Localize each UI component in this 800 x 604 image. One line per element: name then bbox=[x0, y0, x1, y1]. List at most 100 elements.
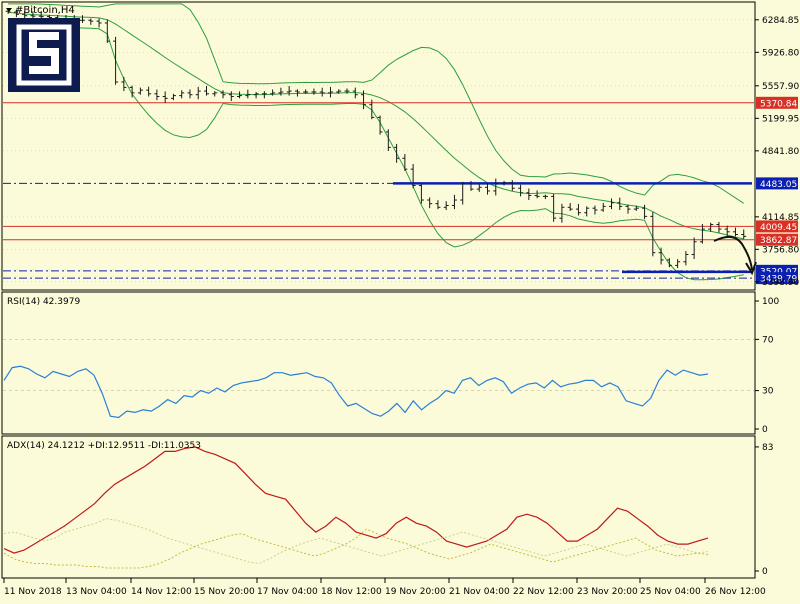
candle bbox=[203, 85, 209, 96]
candle bbox=[460, 181, 466, 205]
candle bbox=[121, 76, 127, 92]
candle bbox=[608, 198, 614, 210]
candle bbox=[534, 190, 540, 199]
level-price-label: 4483.05 bbox=[760, 180, 797, 190]
price-tick-label: 6284.85 bbox=[762, 16, 799, 26]
candle bbox=[80, 15, 86, 23]
candle bbox=[402, 153, 408, 171]
price-tick-label: 5926.80 bbox=[762, 48, 799, 58]
adx-indicator: 83 0 bbox=[3, 443, 773, 577]
candle bbox=[154, 89, 160, 101]
candle bbox=[567, 203, 573, 211]
candle bbox=[732, 227, 738, 237]
candle bbox=[253, 91, 259, 99]
candle bbox=[485, 183, 491, 195]
candle bbox=[96, 18, 102, 28]
candle bbox=[228, 91, 234, 102]
candle bbox=[691, 237, 697, 260]
candle bbox=[212, 91, 218, 97]
candle bbox=[575, 204, 581, 216]
candle bbox=[187, 89, 193, 99]
candle bbox=[237, 91, 243, 99]
candle bbox=[683, 251, 689, 266]
price-tick-label: 3398.90 bbox=[762, 278, 799, 288]
candle bbox=[741, 229, 747, 240]
candle bbox=[518, 184, 524, 197]
price-tick-label: 5557.90 bbox=[762, 82, 799, 92]
candle bbox=[451, 194, 457, 210]
rsi-line bbox=[3, 365, 709, 419]
candle bbox=[443, 201, 449, 211]
price-tick-label: 4841.80 bbox=[762, 147, 799, 157]
time-tick-label: 23 Nov 20:00 bbox=[577, 587, 638, 597]
candle bbox=[542, 194, 548, 200]
plus-di-line bbox=[3, 518, 709, 565]
adx-tick-label: 83 bbox=[762, 443, 773, 453]
candle bbox=[584, 206, 590, 217]
candle bbox=[427, 197, 433, 209]
candle bbox=[88, 18, 94, 25]
candle bbox=[146, 86, 152, 97]
rsi-title: RSI(14) 42.3979 bbox=[7, 297, 80, 307]
rsi-tick-label: 100 bbox=[762, 297, 779, 307]
time-axis: 11 Nov 2018 13 Nov 04:00 14 Nov 12:00 15 No… bbox=[3, 578, 766, 597]
candlesticks bbox=[5, 9, 747, 269]
time-tick-label: 25 Nov 04:00 bbox=[640, 587, 701, 597]
time-tick-label: 26 Nov 12:00 bbox=[705, 587, 766, 597]
adx-line bbox=[3, 446, 709, 554]
adx-tick-label: 0 bbox=[762, 567, 768, 577]
chart-canvas[interactable]: 5370.844483.054009.453862.873520.073439.… bbox=[0, 0, 800, 600]
time-tick-label: 17 Nov 04:00 bbox=[257, 587, 318, 597]
time-tick-label: 22 Nov 12:00 bbox=[513, 587, 574, 597]
rsi-panel-frame bbox=[1, 291, 756, 435]
price-tick-label: 4114.85 bbox=[762, 213, 799, 223]
candle bbox=[592, 205, 598, 215]
adx-title: ADX(14) 24.1212 +DI:12.9511 -DI:11.0353 bbox=[7, 441, 201, 451]
candle bbox=[699, 223, 705, 244]
rsi-tick-label: 70 bbox=[762, 335, 774, 345]
rsi-tick-label: 30 bbox=[762, 387, 774, 397]
candle bbox=[551, 193, 557, 222]
candle bbox=[394, 143, 400, 163]
time-tick-label: 18 Nov 12:00 bbox=[321, 587, 382, 597]
candle bbox=[666, 258, 672, 268]
price-tick-label: 5199.95 bbox=[762, 114, 799, 124]
candle bbox=[170, 93, 176, 101]
rsi-tick-label: 0 bbox=[762, 425, 768, 435]
candle bbox=[658, 247, 664, 265]
price-tick-label: 3756.80 bbox=[762, 245, 799, 255]
candle bbox=[435, 200, 441, 210]
trading-chart-window: 5370.844483.054009.453862.873520.073439.… bbox=[0, 0, 800, 600]
candle bbox=[179, 90, 185, 99]
candle bbox=[675, 259, 681, 269]
candle bbox=[501, 180, 507, 186]
candle bbox=[294, 89, 300, 97]
bollinger-bands bbox=[8, 3, 744, 281]
candle bbox=[113, 36, 119, 85]
candle bbox=[385, 129, 391, 151]
candle bbox=[327, 86, 333, 98]
candle bbox=[509, 180, 515, 191]
support-resistance-levels: 5370.844483.054009.453862.873520.073439.… bbox=[3, 96, 798, 285]
rsi-indicator: 100 70 30 0 bbox=[3, 297, 779, 435]
level-price-label: 5370.84 bbox=[760, 99, 797, 109]
candle bbox=[708, 222, 714, 232]
price-axis-ticks: 6284.85 5926.80 5557.90 5199.95 4841.80 4114.… bbox=[755, 16, 799, 288]
adx-panel-frame bbox=[1, 435, 756, 579]
candle bbox=[137, 87, 143, 95]
time-tick-label: 14 Nov 12:00 bbox=[131, 587, 192, 597]
broker-logo-icon bbox=[8, 18, 80, 92]
candle bbox=[476, 183, 482, 192]
candle bbox=[162, 91, 168, 103]
candle bbox=[319, 87, 325, 97]
candle bbox=[625, 204, 631, 214]
bb-upper-line bbox=[8, 3, 744, 204]
time-tick-label: 13 Nov 04:00 bbox=[66, 587, 127, 597]
time-tick-label: 19 Nov 20:00 bbox=[385, 587, 446, 597]
candle bbox=[286, 85, 292, 96]
candle bbox=[195, 86, 201, 100]
time-tick-label: 15 Nov 20:00 bbox=[194, 587, 255, 597]
candle bbox=[526, 188, 532, 201]
time-tick-label: 11 Nov 2018 bbox=[4, 587, 62, 597]
price-panel-frame bbox=[1, 1, 756, 291]
